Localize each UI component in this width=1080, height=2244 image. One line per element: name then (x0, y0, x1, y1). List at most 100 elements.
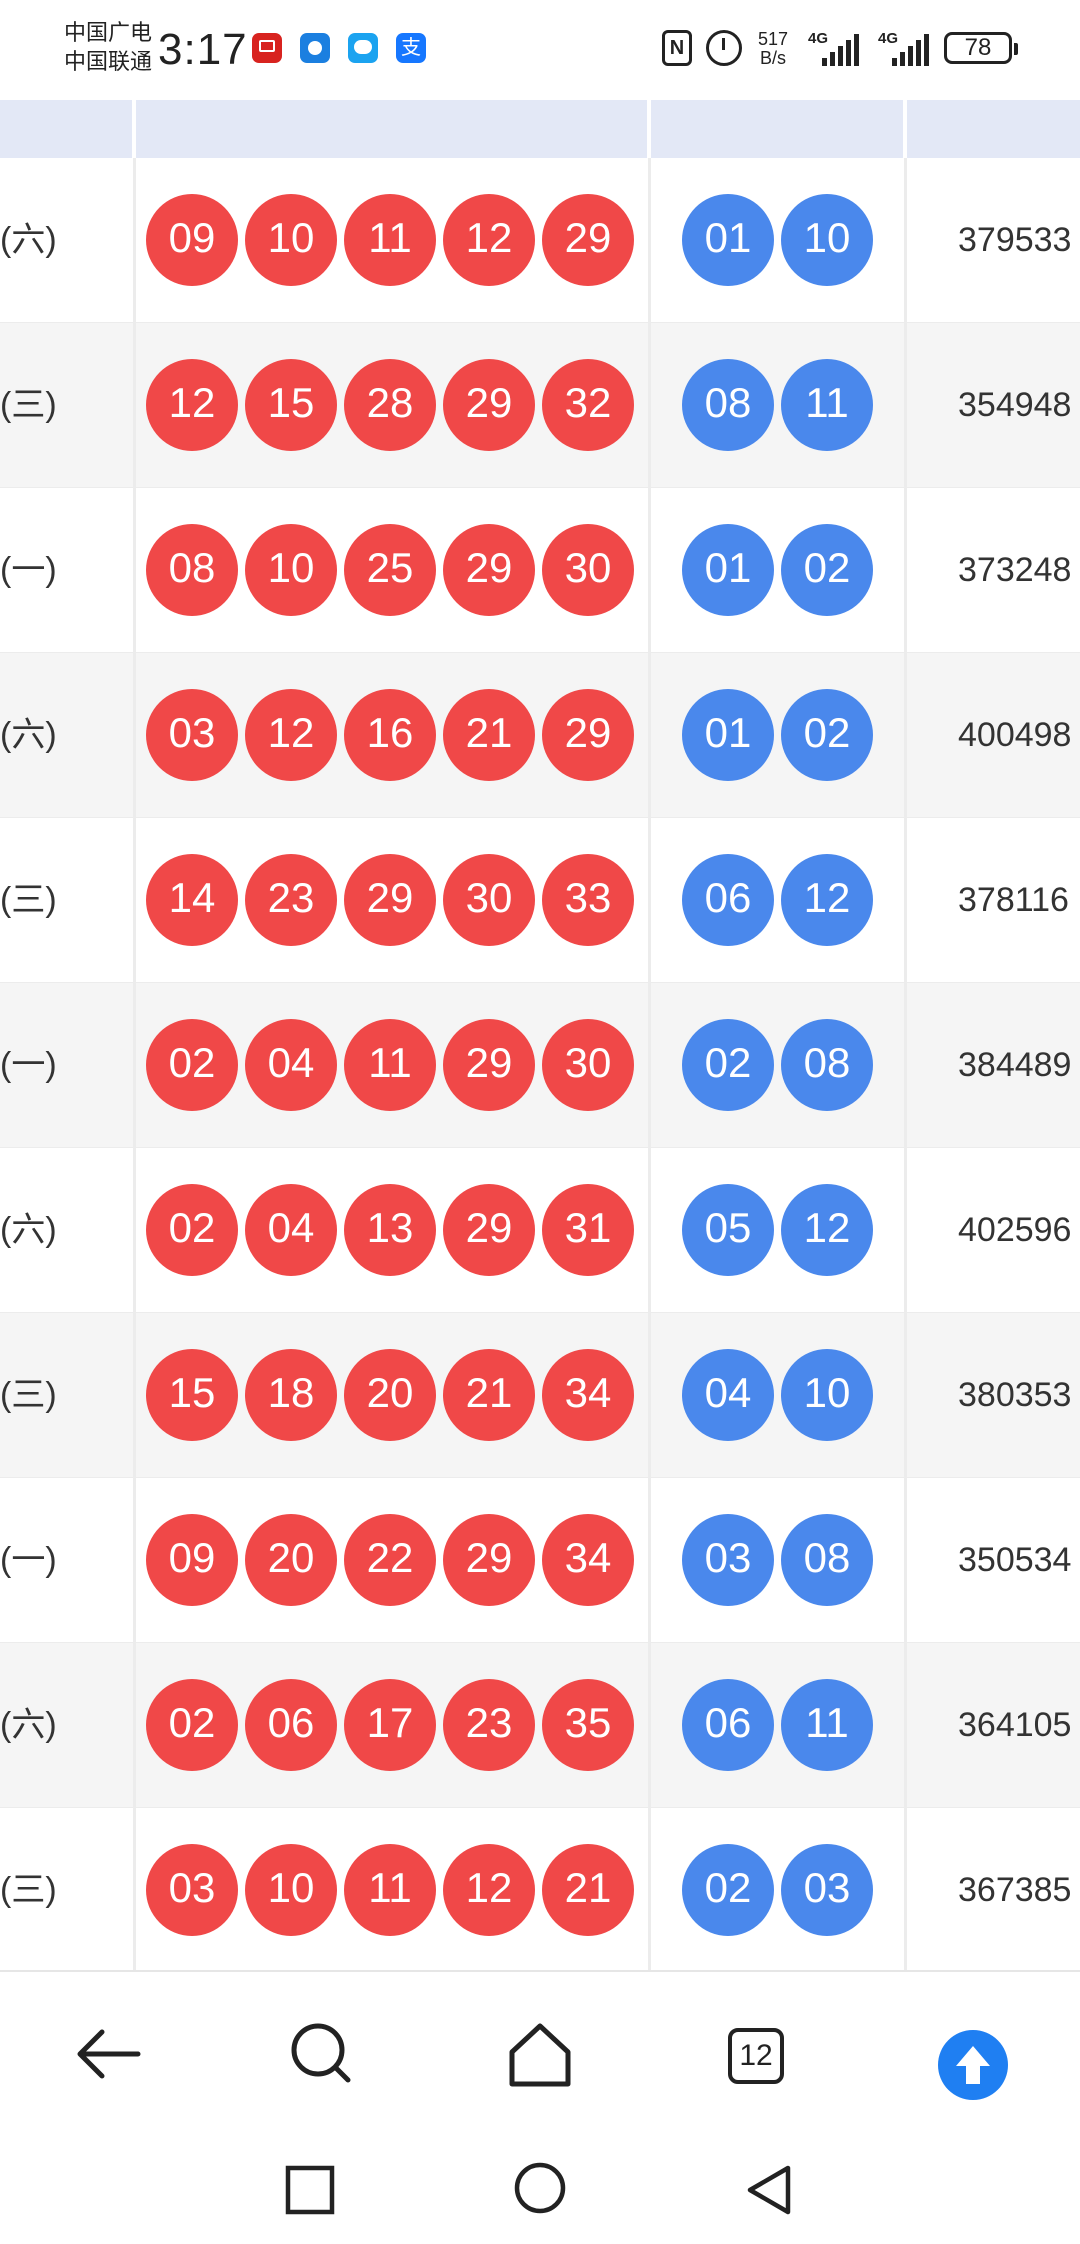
table-row[interactable]: (三) 14 23 29 30 33 06 12 378116 (0, 818, 1080, 983)
sales-amount: 373248 (958, 551, 1072, 589)
table-row[interactable]: (一) 09 20 22 29 34 03 08 350534 (0, 1478, 1080, 1643)
blue-ball: 02 (682, 1844, 774, 1936)
sales-amount: 364105 (958, 1706, 1072, 1744)
blue-ball: 12 (781, 854, 873, 946)
red-ball: 30 (443, 854, 535, 946)
signal-icon-sim2: 4G (878, 30, 940, 68)
sales-amount: 354948 (958, 386, 1072, 424)
red-ball: 08 (146, 524, 238, 616)
blue-ball: 01 (682, 524, 774, 616)
red-ball: 10 (245, 194, 337, 286)
red-ball: 15 (245, 359, 337, 451)
blue-ball: 12 (781, 1184, 873, 1276)
blue-ball: 01 (682, 689, 774, 781)
red-ball: 12 (245, 689, 337, 781)
table-row[interactable]: (六) 03 12 16 21 29 01 02 400498 (0, 653, 1080, 818)
red-ball: 16 (344, 689, 436, 781)
table-row[interactable]: (六) 02 06 17 23 35 06 11 364105 (0, 1643, 1080, 1808)
blue-ball: 11 (781, 359, 873, 451)
blue-ball: 02 (781, 524, 873, 616)
home-icon[interactable] (500, 2014, 580, 2094)
red-ball: 23 (443, 1679, 535, 1771)
blue-ball: 08 (781, 1514, 873, 1606)
red-ball: 34 (542, 1514, 634, 1606)
draw-weekday: (六) (0, 1211, 57, 1249)
lottery-results-table: (六) 09 10 11 12 29 01 10 379533 (三) 12 15 28 29 32 08 11… (0, 100, 1080, 1970)
red-ball: 12 (443, 194, 535, 286)
sales-amount: 350534 (958, 1541, 1072, 1579)
red-ball: 29 (443, 1019, 535, 1111)
battery-icon: 78 (944, 32, 1018, 64)
table-row[interactable]: (三) 15 18 20 21 34 04 10 380353 (0, 1313, 1080, 1478)
sales-amount: 402596 (958, 1211, 1072, 1249)
sales-amount: 384489 (958, 1046, 1072, 1084)
red-ball: 11 (344, 1019, 436, 1111)
back-triangle-icon[interactable] (742, 2162, 798, 2218)
table-row[interactable]: (六) 09 10 11 12 29 01 10 379533 (0, 158, 1080, 323)
draw-weekday: (三) (0, 1376, 57, 1414)
red-ball: 20 (344, 1349, 436, 1441)
red-ball: 03 (146, 1844, 238, 1936)
alarm-icon (706, 30, 742, 66)
red-ball: 23 (245, 854, 337, 946)
red-ball: 15 (146, 1349, 238, 1441)
red-ball: 29 (443, 359, 535, 451)
sales-amount: 378116 (958, 881, 1069, 919)
red-ball: 21 (443, 1349, 535, 1441)
red-ball: 33 (542, 854, 634, 946)
red-ball: 12 (146, 359, 238, 451)
blue-ball: 10 (781, 1349, 873, 1441)
carrier-2: 中国联通 (64, 49, 153, 74)
red-ball: 11 (344, 194, 436, 286)
network-speed: 517 B/s (758, 30, 788, 68)
red-ball: 25 (344, 524, 436, 616)
table-row[interactable]: (三) 12 15 28 29 32 08 11 354948 (0, 323, 1080, 488)
sim1-network-label: 4G (808, 30, 829, 47)
draw-weekday: (六) (0, 221, 57, 259)
draw-weekday: (一) (0, 1541, 57, 1579)
red-ball: 22 (344, 1514, 436, 1606)
back-arrow-icon[interactable] (68, 2014, 148, 2094)
sales-amount: 380353 (958, 1376, 1072, 1414)
draw-weekday: (一) (0, 1046, 57, 1084)
signal-icon-sim1: 4G (808, 30, 870, 68)
red-ball: 10 (245, 1844, 337, 1936)
red-ball: 30 (542, 524, 634, 616)
blue-ball: 08 (682, 359, 774, 451)
red-ball: 02 (146, 1184, 238, 1276)
blue-ball: 02 (682, 1019, 774, 1111)
tabs-button[interactable]: 12 (728, 2028, 784, 2084)
red-ball: 09 (146, 194, 238, 286)
draw-weekday: (三) (0, 1871, 57, 1909)
blue-ball: 05 (682, 1184, 774, 1276)
blue-ball: 03 (781, 1844, 873, 1936)
red-ball: 04 (245, 1019, 337, 1111)
blue-ball: 04 (682, 1349, 774, 1441)
status-bar: 中国广电 中国联通 3:17 支 N 517 B/s 4G 4G 78 (0, 0, 1080, 100)
sales-amount: 367385 (958, 1871, 1072, 1909)
red-ball: 31 (542, 1184, 634, 1276)
nfc-icon: N (662, 30, 692, 66)
red-ball: 29 (542, 689, 634, 781)
table-row[interactable]: (六) 02 04 13 29 31 05 12 402596 (0, 1148, 1080, 1313)
red-ball: 12 (443, 1844, 535, 1936)
draw-weekday: (六) (0, 1706, 57, 1744)
carrier-1: 中国广电 (64, 20, 153, 45)
recents-icon[interactable] (282, 2162, 338, 2218)
scroll-up-button[interactable] (938, 2030, 1008, 2100)
red-ball: 29 (443, 524, 535, 616)
draw-weekday: (一) (0, 551, 57, 589)
table-row[interactable]: (一) 08 10 25 29 30 01 02 373248 (0, 488, 1080, 653)
home-circle-icon[interactable] (512, 2160, 568, 2216)
table-row[interactable]: (一) 02 04 11 29 30 02 08 384489 (0, 983, 1080, 1148)
table-row[interactable]: (三) 03 10 11 12 21 02 03 367385 (0, 1808, 1080, 1970)
sales-amount: 400498 (958, 716, 1072, 754)
sales-amount: 379533 (958, 221, 1072, 259)
red-ball: 17 (344, 1679, 436, 1771)
blue-ball: 02 (781, 689, 873, 781)
red-ball: 06 (245, 1679, 337, 1771)
red-ball: 35 (542, 1679, 634, 1771)
system-navigation-bar (0, 2138, 1080, 2244)
search-icon[interactable] (282, 2014, 362, 2094)
red-ball: 29 (443, 1514, 535, 1606)
